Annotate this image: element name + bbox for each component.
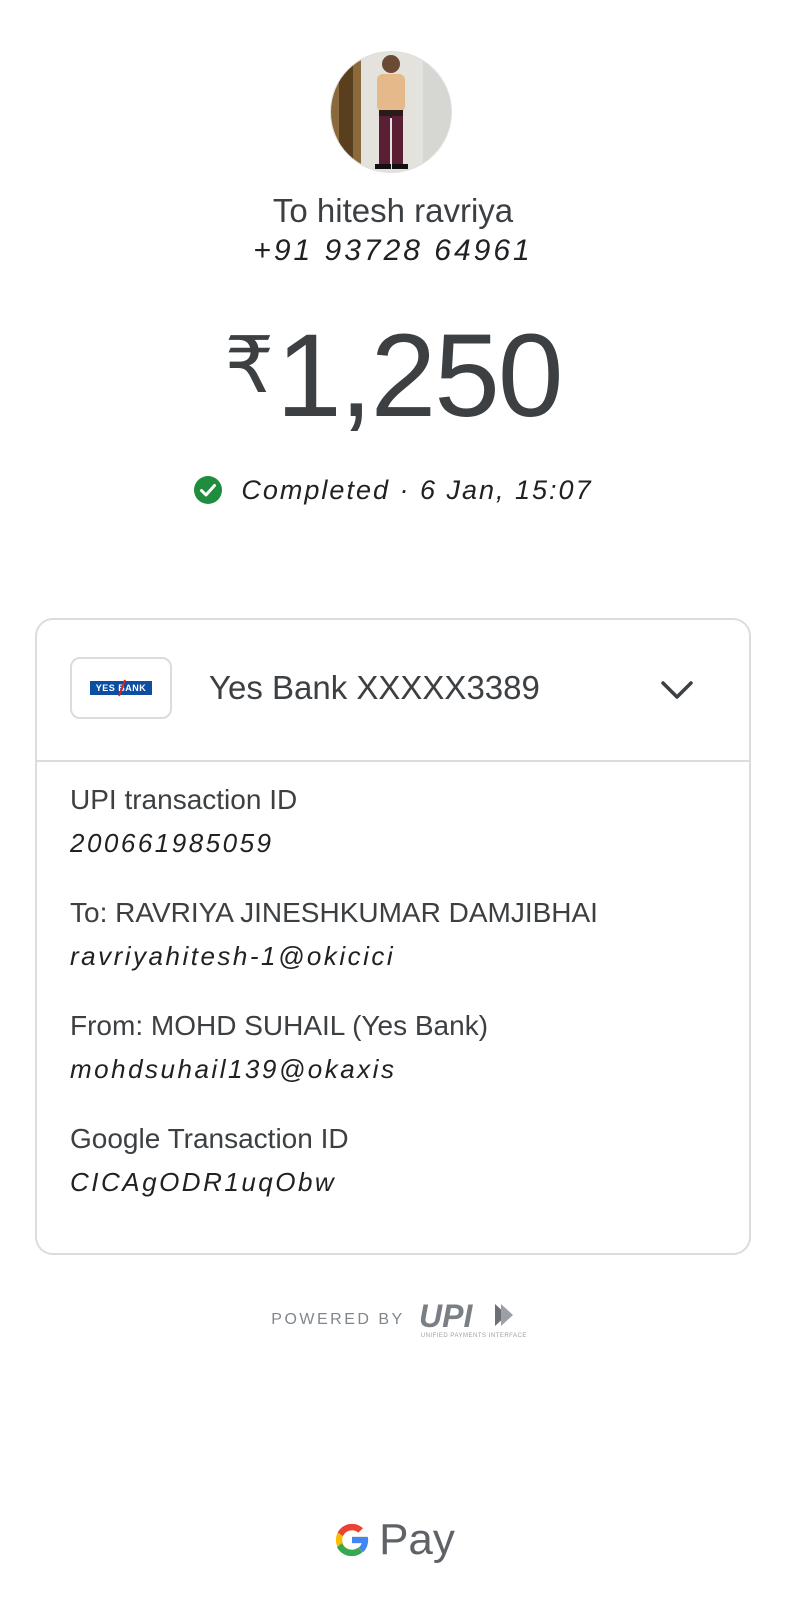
chevron-down-icon[interactable] [657,670,697,710]
bank-logo: YES BANK [70,657,172,719]
detail-value[interactable]: 200661985059 [70,826,297,860]
google-pay-text: Pay [379,1515,455,1564]
currency-symbol: ₹ [224,321,275,409]
detail-value[interactable]: mohdsuhail139@okaxis [70,1052,488,1086]
recipient-phone: +91 93728 64961 [253,234,533,267]
avatar-photo [331,52,451,172]
account-selector[interactable]: YES BANK Yes Bank XXXXX3389 [37,620,749,762]
detail-label: From: MOHD SUHAIL (Yes Bank) [70,1010,489,1041]
amount-value: 1,250 [276,310,563,442]
recipient-avatar[interactable] [331,52,451,172]
upi-wordmark-icon: UPI [419,1298,513,1334]
recipient-name: To hitesh ravriya [272,192,514,229]
payment-amount: ₹1,250 [0,305,786,436]
detail-upi-transaction-id: UPI transaction ID 200661985059 [70,782,297,860]
google-g-icon [335,1523,370,1557]
google-pay-brand: Pay [0,1510,786,1570]
detail-to: To: RAVRIYA JINESHKUMAR DAMJIBHAI ravriy… [70,895,598,973]
transaction-details-card: YES BANK Yes Bank XXXXX3389 UPI transact… [35,618,751,1255]
yes-bank-logo-icon: YES BANK [90,679,152,697]
upi-logo-icon: UPI UNIFIED PAYMENTS INTERFACE [419,1298,527,1341]
detail-google-transaction-id: Google Transaction ID CICAgODR1uqObw [70,1121,349,1199]
detail-from: From: MOHD SUHAIL (Yes Bank) mohdsuhail1… [70,1008,488,1086]
powered-by-upi: POWERED BY UPI UNIFIED PAYMENTS INTERFAC… [0,1295,786,1345]
bank-logo-slash-icon [118,679,126,697]
bank-account-label: Yes Bank XXXXX3389 [209,669,540,706]
detail-value[interactable]: ravriyahitesh-1@okicici [70,939,598,973]
detail-label: UPI transaction ID [70,784,298,815]
detail-label: To: RAVRIYA JINESHKUMAR DAMJIBHAI [70,897,598,928]
powered-by-text: POWERED BY [271,1311,405,1328]
payment-status: Completed · 6 Jan, 15:07 [0,470,786,510]
detail-value[interactable]: CICAgODR1uqObw [70,1165,349,1199]
check-circle-icon [194,476,223,504]
detail-label: Google Transaction ID [70,1123,349,1154]
status-text: Completed · 6 Jan, 15:07 [241,474,593,505]
upi-text: UPI [419,1299,473,1333]
upi-subtitle: UNIFIED PAYMENTS INTERFACE [420,1333,527,1339]
